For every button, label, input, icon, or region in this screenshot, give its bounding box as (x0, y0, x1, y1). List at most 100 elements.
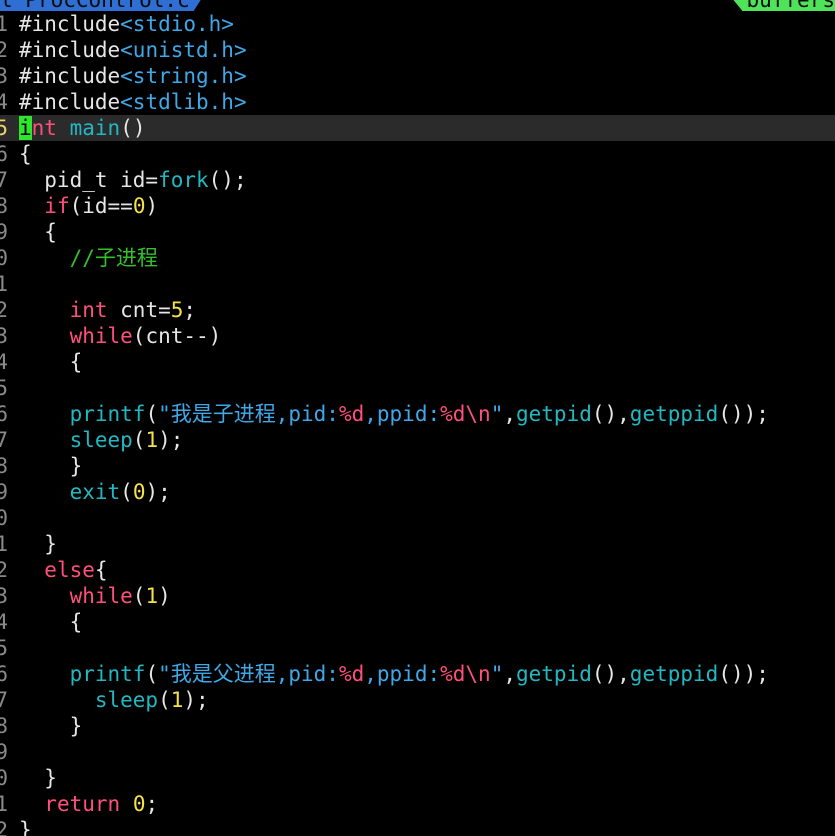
line-number: 2 (0, 38, 8, 62)
line-number: 5 (0, 376, 8, 400)
code-line[interactable]: 1 return 0; (0, 791, 835, 817)
code-token: (), (591, 402, 630, 426)
code-text: { (19, 141, 32, 167)
code-token: } (19, 818, 32, 836)
code-token: ( (145, 662, 159, 686)
code-token: } (19, 714, 83, 738)
code-line[interactable]: 4 #include<stdlib.h> (0, 89, 835, 115)
code-text: while(cnt--) (19, 323, 222, 349)
code-text: pid_t id=fork(); (19, 167, 247, 193)
code-line[interactable]: 0 } (0, 765, 835, 791)
code-text: { (19, 219, 57, 245)
code-token: ) (145, 194, 159, 218)
code-token: ); (183, 688, 209, 712)
code-token: (id== (69, 194, 133, 218)
code-line[interactable]: 9 (0, 739, 835, 765)
code-line[interactable]: 8 if(id==0) (0, 193, 835, 219)
code-token: int (69, 298, 108, 322)
code-text: return 0; (19, 791, 158, 817)
code-line[interactable]: 8 } (0, 713, 835, 739)
code-line[interactable]: 2 int cnt=5; (0, 297, 835, 323)
code-line[interactable]: 2 else{ (0, 557, 835, 583)
code-line[interactable]: 7 sleep(1); (0, 687, 835, 713)
code-line[interactable]: 4 { (0, 349, 835, 375)
line-number: 5 (0, 636, 8, 660)
code-token: <stdlib.h> (120, 90, 247, 114)
code-line[interactable]: 6{ (0, 141, 835, 167)
code-text: } (19, 453, 83, 479)
code-token: ( (132, 584, 146, 608)
tabline: l ProcControl.c buffers (0, 0, 835, 11)
code-text: sleep(1); (19, 687, 209, 713)
code-text: else{ (19, 557, 107, 583)
code-token: , (503, 662, 516, 686)
code-token: (cnt--) (132, 324, 222, 348)
code-line[interactable]: 6 printf("我是父进程,pid:%d,ppid:%d\n",getpid… (0, 661, 835, 687)
code-token: } (19, 454, 83, 478)
code-line[interactable]: 9 exit(0); (0, 479, 835, 505)
line-number: 1 (0, 12, 8, 36)
code-line[interactable]: 1 } (0, 531, 835, 557)
code-text: #include<unistd.h> (19, 37, 247, 63)
code-token: ( (132, 428, 146, 452)
code-line[interactable]: 8 } (0, 453, 835, 479)
code-line[interactable]: 3 while(cnt--) (0, 323, 835, 349)
code-token: exit (69, 480, 121, 504)
line-number: 9 (0, 220, 8, 244)
code-token: ,ppid: (364, 402, 441, 426)
line-number: 9 (0, 480, 8, 504)
code-token: ()); (718, 402, 769, 426)
code-line[interactable]: 7 sleep(1); (0, 427, 835, 453)
line-number: 0 (0, 506, 8, 530)
code-token: pid_t id= (19, 168, 159, 192)
code-line[interactable]: 0 //子进程 (0, 245, 835, 271)
code-line[interactable]: 2} (0, 817, 835, 836)
code-line[interactable]: 9 { (0, 219, 835, 245)
code-line[interactable]: 5 (0, 635, 835, 661)
line-number: 4 (0, 90, 8, 114)
code-text: exit(0); (19, 479, 171, 505)
code-line[interactable]: 1 #include<stdio.h> (0, 11, 835, 37)
line-number: 2 (0, 558, 8, 582)
code-text: { (19, 609, 83, 635)
tab-buffers-label[interactable]: buffers (724, 0, 835, 11)
code-line[interactable]: 0 (0, 505, 835, 531)
code-line[interactable]: 3 #include<string.h> (0, 63, 835, 89)
code-text: } (19, 765, 57, 791)
tab-active-file[interactable]: l ProcControl.c (0, 0, 208, 11)
vim-editor[interactable]: l ProcControl.c buffers 1 #include<stdio.… (0, 0, 835, 836)
code-line[interactable]: 5 (0, 375, 835, 401)
code-token: getppid (629, 402, 719, 426)
code-line[interactable]: 1 (0, 271, 835, 297)
line-number: 1 (0, 272, 8, 296)
code-line[interactable]: 2 #include<unistd.h> (0, 37, 835, 63)
code-token: return (44, 792, 121, 816)
code-token: (), (591, 662, 630, 686)
code-token: ) (158, 584, 171, 608)
code-token: printf (69, 402, 146, 426)
code-token: #include (19, 64, 121, 88)
code-token: if (44, 194, 70, 218)
code-text: #include<stdlib.h> (19, 89, 247, 115)
code-token: () (120, 116, 146, 140)
line-number: 8 (0, 454, 8, 478)
code-line-current[interactable]: 5 int main() (0, 115, 835, 141)
code-area[interactable]: 1 #include<stdio.h> 2 #include<unistd.h> 3 #i… (0, 11, 835, 836)
line-number: 1 (0, 792, 8, 816)
code-line[interactable]: 6 printf("我是子进程,pid:%d,ppid:%d\n",getpid… (0, 401, 835, 427)
text-cursor: i (19, 116, 32, 140)
code-line[interactable]: 3 while(1) (0, 583, 835, 609)
code-token: <string.h> (120, 64, 247, 88)
code-line[interactable]: 4 { (0, 609, 835, 635)
code-token: (); (208, 168, 247, 192)
code-text: int main() (19, 115, 145, 141)
code-line[interactable]: 7 pid_t id=fork(); (0, 167, 835, 193)
code-token: ()); (718, 662, 769, 686)
